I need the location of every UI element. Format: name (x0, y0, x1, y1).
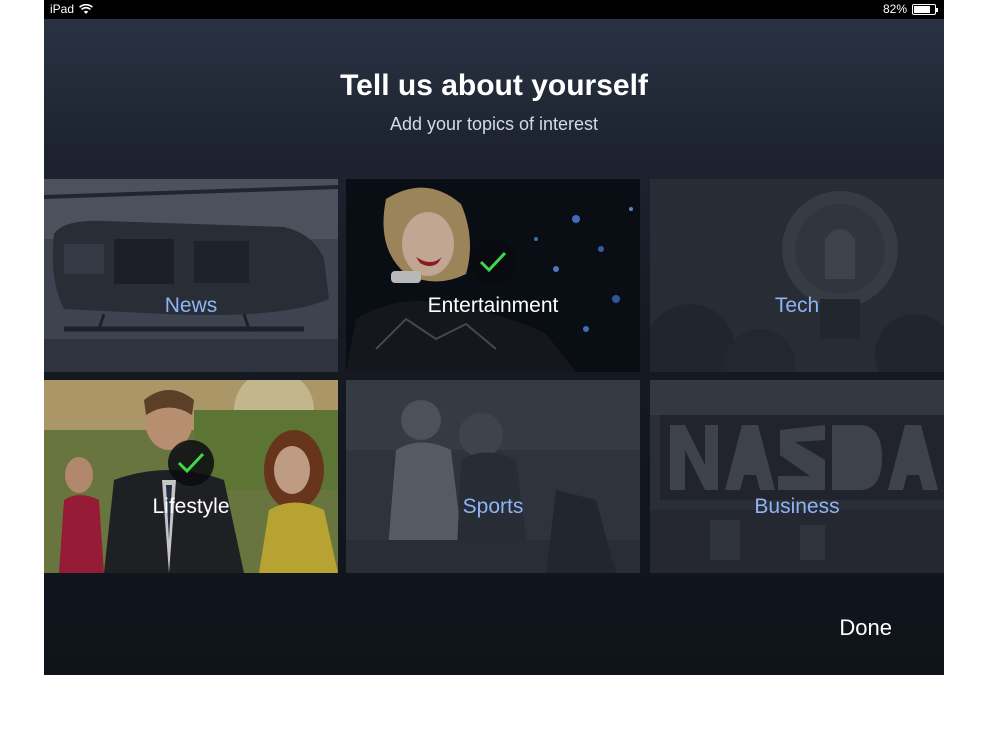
topic-label: Tech (774, 294, 820, 317)
done-button[interactable]: Done (839, 615, 892, 641)
topic-tile-lifestyle[interactable]: Lifestyle (44, 380, 338, 573)
topic-tile-news[interactable]: News (44, 179, 338, 372)
onboarding-screen: Tell us about yourself Add your topics o… (44, 19, 944, 675)
topic-tile-sports[interactable]: Sports (346, 380, 640, 573)
battery-percent: 82% (882, 2, 907, 16)
topic-label: Business (754, 495, 840, 518)
wifi-icon (79, 3, 93, 14)
topic-label: Entertainment (427, 294, 559, 317)
topic-tile-tech[interactable]: Tech (650, 179, 944, 372)
topic-tile-business[interactable]: Business (650, 380, 944, 573)
selected-check (168, 440, 214, 486)
topic-label: Lifestyle (152, 495, 230, 518)
topic-tile-entertainment[interactable]: Entertainment (346, 179, 640, 372)
status-bar: iPad 82% (44, 0, 944, 19)
page-subtitle: Add your topics of interest (389, 114, 599, 134)
battery-icon (912, 3, 938, 15)
topic-label: Sports (462, 495, 524, 518)
selected-check (470, 239, 516, 285)
checkmark-icon (177, 452, 205, 474)
checkmark-icon (479, 251, 507, 273)
topic-label: News (164, 294, 218, 317)
device-name: iPad (50, 2, 75, 16)
page-title: Tell us about yourself (340, 69, 648, 102)
